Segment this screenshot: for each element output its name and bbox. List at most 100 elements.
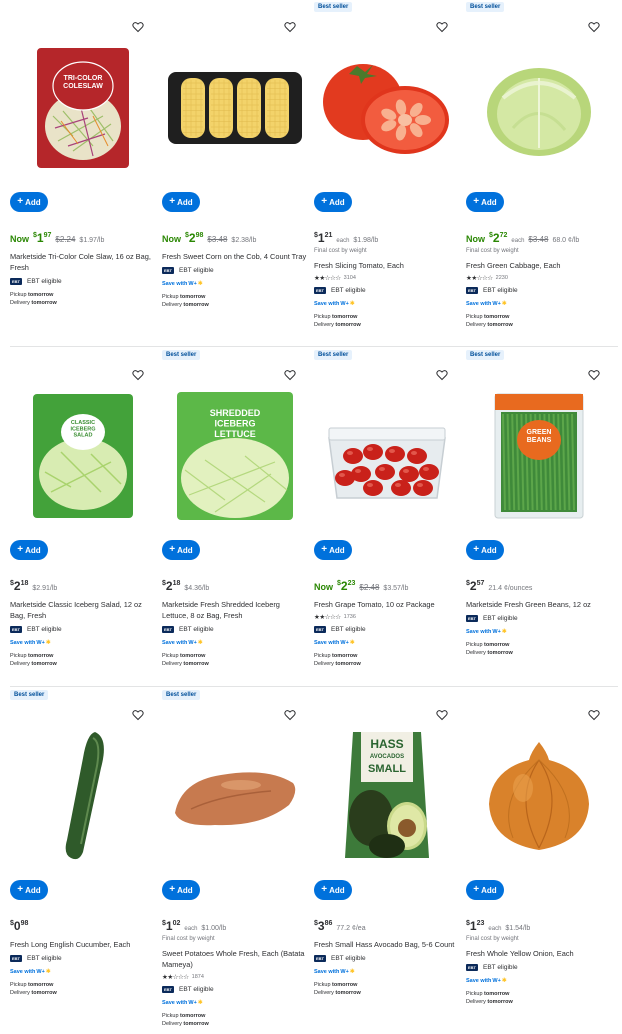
add-to-cart-button[interactable]: + Add <box>10 192 48 212</box>
product-image-avocado-bag[interactable]: HASS AVOCADOS SMALL <box>318 726 456 866</box>
favorite-heart-icon[interactable] <box>588 708 602 722</box>
product-title[interactable]: Fresh Whole Yellow Onion, Each <box>466 948 612 959</box>
save-with-label: Save with <box>314 639 340 646</box>
package-label-text: CLASSIC ICEBERG SALAD <box>70 420 95 439</box>
favorite-heart-icon[interactable] <box>436 20 450 34</box>
pickup-label: Pickup <box>314 653 331 659</box>
add-to-cart-button[interactable]: + Add <box>162 540 200 560</box>
save-with-walmart-plus[interactable]: Save with W+ ✱ <box>314 968 460 976</box>
ebt-icon: EBT <box>162 267 174 274</box>
current-price: $098 <box>10 919 29 933</box>
each-label: each <box>488 926 502 932</box>
ebt-label: EBT eligible <box>27 278 62 285</box>
best-seller-badge: Best seller <box>314 350 353 360</box>
add-button-label: Add <box>177 885 193 895</box>
add-to-cart-button[interactable]: + Add <box>162 192 200 212</box>
save-with-walmart-plus[interactable]: Save with W+ ✱ <box>162 639 308 647</box>
add-to-cart-button[interactable]: + Add <box>466 880 504 900</box>
product-title[interactable]: Sweet Potatoes Whole Fresh, Each (Batata… <box>162 948 308 970</box>
favorite-heart-icon[interactable] <box>436 368 450 382</box>
each-label: each <box>184 926 198 932</box>
favorite-heart-icon[interactable] <box>436 708 450 722</box>
price-line: $123 each $1.54/lb <box>466 919 612 933</box>
product-title[interactable]: Fresh Long English Cucumber, Each <box>10 939 156 950</box>
fulfillment-info: Pickup tomorrow Delivery tomorrow <box>466 641 612 657</box>
add-button-label: Add <box>481 197 497 207</box>
add-to-cart-button[interactable]: + Add <box>162 880 200 900</box>
product-image-corn-tray[interactable] <box>166 38 304 178</box>
product-image-coleslaw-bag[interactable]: TRI-COLOR COLESLAW <box>14 38 152 178</box>
price-dollars: 2 <box>340 579 348 593</box>
product-title[interactable]: Fresh Sweet Corn on the Cob, 4 Count Tra… <box>162 251 308 262</box>
ebt-eligible: EBT EBT eligible <box>162 986 308 993</box>
product-image-grape-tomato[interactable] <box>318 386 456 526</box>
now-label: Now <box>162 234 181 244</box>
save-with-walmart-plus[interactable]: Save with W+ ✱ <box>314 300 460 308</box>
price-dollars: 2 <box>469 579 477 593</box>
pickup-time: tomorrow <box>484 314 510 320</box>
price-cents: 23 <box>476 920 485 927</box>
add-button-label: Add <box>329 545 345 555</box>
product-title[interactable]: Marketside Fresh Shredded Iceberg Lettuc… <box>162 599 308 621</box>
favorite-heart-icon[interactable] <box>588 20 602 34</box>
favorite-heart-icon[interactable] <box>284 708 298 722</box>
favorite-heart-icon[interactable] <box>132 708 146 722</box>
ebt-icon: EBT <box>314 626 326 633</box>
save-with-walmart-plus[interactable]: Save with W+ ✱ <box>466 977 612 985</box>
product-title[interactable]: Fresh Grape Tomato, 10 oz Package <box>314 599 460 610</box>
product-title[interactable]: Fresh Small Hass Avocado Bag, 5-6 Count <box>314 939 460 950</box>
pickup-label: Pickup <box>162 653 179 659</box>
product-image-cucumber[interactable] <box>14 726 152 866</box>
product-image-classic-salad[interactable]: CLASSIC ICEBERG SALAD <box>14 386 152 526</box>
save-with-walmart-plus[interactable]: Save with W+ ✱ <box>10 639 156 647</box>
unit-price: $1.98/lb <box>353 237 379 244</box>
add-to-cart-button[interactable]: + Add <box>466 192 504 212</box>
save-with-walmart-plus[interactable]: Save with W+ ✱ <box>162 280 308 288</box>
add-to-cart-button[interactable]: + Add <box>10 880 48 900</box>
current-price: $257 <box>466 579 485 593</box>
pickup-time: tomorrow <box>180 294 206 300</box>
favorite-heart-icon[interactable] <box>588 368 602 382</box>
product-image-sweet-potato[interactable] <box>166 726 304 866</box>
save-with-walmart-plus[interactable]: Save with W+ ✱ <box>466 300 612 308</box>
add-to-cart-button[interactable]: + Add <box>466 540 504 560</box>
save-with-walmart-plus[interactable]: Save with W+ ✱ <box>162 999 308 1007</box>
product-image-onion[interactable] <box>470 726 608 866</box>
product-image-green-beans[interactable]: GREEN BEANS <box>470 386 608 526</box>
add-to-cart-button[interactable]: + Add <box>314 192 352 212</box>
add-to-cart-button[interactable]: + Add <box>314 540 352 560</box>
each-label: each <box>336 238 350 244</box>
favorite-heart-icon[interactable] <box>132 20 146 34</box>
unit-price: 21.4 ¢/ounces <box>488 585 533 592</box>
ebt-icon: EBT <box>162 626 174 633</box>
save-with-walmart-plus[interactable]: Save with W+ ✱ <box>466 628 612 636</box>
product-image-shredded-lettuce[interactable]: SHREDDED ICEBERG LETTUCE <box>166 386 304 526</box>
fulfillment-info: Pickup tomorrow Delivery tomorrow <box>466 313 612 329</box>
product-info: $386 77.2 ¢/ea Fresh Small Hass Avocado Ba… <box>314 919 460 997</box>
product-image-cabbage[interactable] <box>470 38 608 178</box>
product-image-tomato[interactable] <box>318 38 456 178</box>
fulfillment-info: Pickup tomorrow Delivery tomorrow <box>466 990 612 1006</box>
spark-icon: ✱ <box>349 969 355 975</box>
product-title[interactable]: Fresh Green Cabbage, Each <box>466 260 612 271</box>
package-label-text: SHREDDED ICEBERG LETTUCE <box>210 408 261 439</box>
price-line: Now $298 $3.48 $2.38/lb <box>162 231 308 245</box>
final-cost-note: Final cost by weight <box>466 936 519 942</box>
pickup-label: Pickup <box>314 982 331 988</box>
save-with-walmart-plus[interactable]: Save with W+ ✱ <box>314 639 460 647</box>
delivery-label: Delivery <box>314 661 334 667</box>
product-info: $218 $2.91/lb Marketside Classic Iceberg S… <box>10 579 156 668</box>
product-title[interactable]: Marketside Classic Iceberg Salad, 12 oz … <box>10 599 156 621</box>
price-dollars: 1 <box>469 919 477 933</box>
add-to-cart-button[interactable]: + Add <box>10 540 48 560</box>
save-with-walmart-plus[interactable]: Save with W+ ✱ <box>10 968 156 976</box>
add-to-cart-button[interactable]: + Add <box>314 880 352 900</box>
favorite-heart-icon[interactable] <box>132 368 146 382</box>
favorite-heart-icon[interactable] <box>284 368 298 382</box>
product-title[interactable]: Fresh Slicing Tomato, Each <box>314 260 460 271</box>
favorite-heart-icon[interactable] <box>284 20 298 34</box>
product-title[interactable]: Marketside Fresh Green Beans, 12 oz <box>466 599 612 610</box>
plus-icon: + <box>169 196 176 207</box>
add-button-label: Add <box>481 545 497 555</box>
product-title[interactable]: Marketside Tri-Color Cole Slaw, 16 oz Ba… <box>10 251 156 273</box>
